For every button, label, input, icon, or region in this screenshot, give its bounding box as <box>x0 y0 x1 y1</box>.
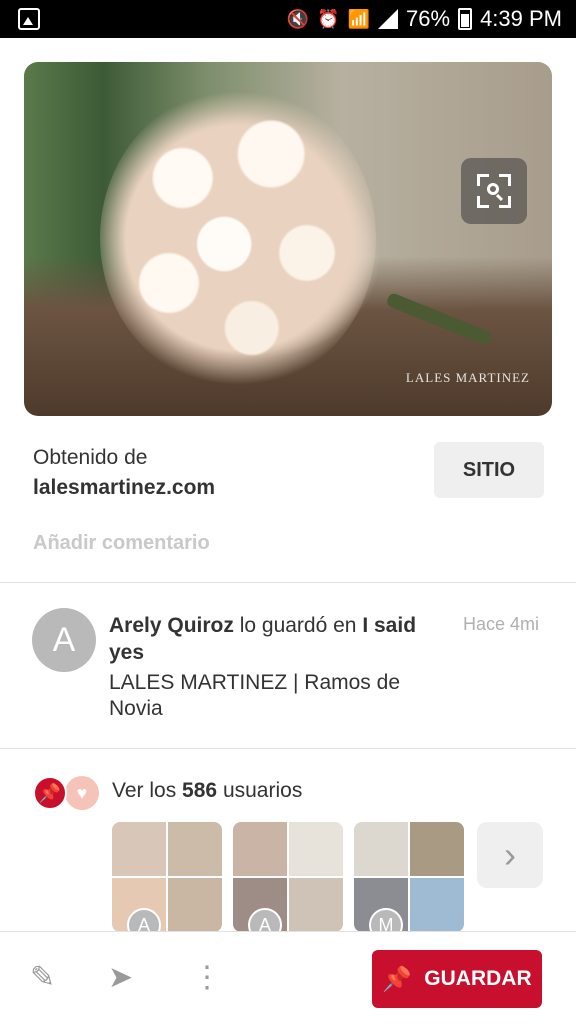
corner-bl <box>477 196 489 208</box>
corner-tr <box>499 174 511 186</box>
source-domain[interactable]: lalesmartinez.com <box>33 476 215 500</box>
activity-verb: lo guardó en <box>239 614 357 637</box>
user-avatar[interactable]: A <box>32 608 96 672</box>
chevron-right-icon[interactable]: › <box>477 822 543 888</box>
send-icon[interactable]: ➤ <box>108 960 133 995</box>
divider <box>0 748 576 749</box>
status-bar: 🔇 ⏰ 📶 76% 4:39 PM <box>0 0 576 38</box>
alarm-icon: ⏰ <box>317 8 340 29</box>
visual-search-button[interactable] <box>461 158 527 224</box>
battery-icon <box>458 8 473 30</box>
thumb-cell <box>410 822 464 876</box>
clock: 4:39 PM <box>480 6 562 31</box>
see-users-link[interactable]: Ver los 586 usuarios <box>112 779 302 803</box>
see-users-count: 586 <box>182 779 218 802</box>
see-users-suffix: usuarios <box>222 779 303 802</box>
see-users-prefix: Ver los <box>112 779 177 802</box>
site-button[interactable]: SITIO <box>434 442 544 498</box>
status-left <box>18 8 40 30</box>
thumb-cell <box>168 878 222 932</box>
source-label: Obtenido de <box>33 446 148 469</box>
signal-icon <box>378 9 399 29</box>
gallery-notification-icon <box>18 8 40 30</box>
activity-time: Hace 4mi <box>463 614 540 634</box>
edit-icon[interactable]: ✎ <box>30 960 55 995</box>
save-label: GUARDAR <box>424 967 532 990</box>
wifi-icon: 📶 <box>347 8 371 29</box>
pin-icon: 📌 <box>382 965 413 993</box>
image-watermark: LALES MARTINEZ <box>405 370 530 385</box>
thumb-cell <box>410 878 464 932</box>
battery-percent: 76% <box>406 6 451 31</box>
bouquet <box>100 88 376 388</box>
divider <box>0 582 576 583</box>
pin-title: LALES MARTINEZ | Ramos de Novia <box>109 671 400 720</box>
thumb-cell <box>112 822 166 876</box>
activity-text: Arely Quiroz lo guardó en I said yes <box>109 612 439 666</box>
thumb-cell <box>168 822 222 876</box>
corner-tl <box>477 174 489 186</box>
more-options-icon[interactable]: ⋮ <box>192 960 222 995</box>
saver-icons: 📌 ♥ <box>33 776 103 812</box>
status-right: 🔇 ⏰ 📶 76% 4:39 PM <box>287 6 562 32</box>
save-button[interactable]: 📌 GUARDAR <box>372 950 542 1008</box>
thumb-cell <box>289 878 343 932</box>
thumb-cell <box>354 822 408 876</box>
bouquet-stems <box>385 291 493 347</box>
pin-image[interactable]: LALES MARTINEZ <box>24 62 552 416</box>
add-comment-input[interactable]: Añadir comentario <box>33 532 210 555</box>
heart-icon: ♥ <box>65 776 99 810</box>
mute-icon: 🔇 <box>286 8 310 29</box>
activity-user[interactable]: Arely Quiroz <box>109 614 234 637</box>
thumb-cell <box>289 822 343 876</box>
thumb-cell <box>233 822 287 876</box>
pin-icon: 📌 <box>33 776 67 810</box>
